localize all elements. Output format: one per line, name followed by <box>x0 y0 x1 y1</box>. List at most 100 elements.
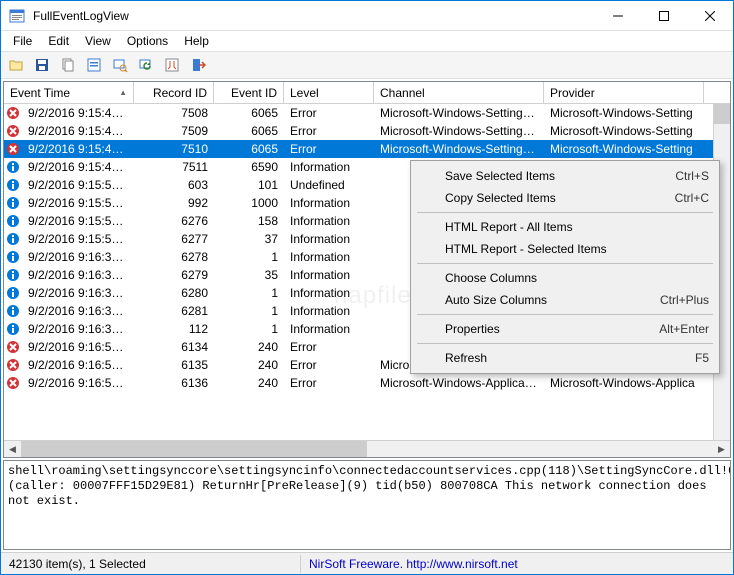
context-item[interactable]: Auto Size ColumnsCtrl+Plus <box>413 289 717 311</box>
cell-provider: Microsoft-Windows-Setting <box>544 124 704 138</box>
cell-level: Error <box>284 340 374 354</box>
cell-record-id: 6278 <box>134 250 214 264</box>
cell-event-time: 9/2/2016 9:15:49... <box>22 106 134 120</box>
column-record-id[interactable]: Record ID <box>134 82 214 103</box>
column-provider[interactable]: Provider <box>544 82 704 103</box>
context-item[interactable]: HTML Report - All Items <box>413 216 717 238</box>
cell-event-id: 1 <box>214 322 284 336</box>
status-link[interactable]: NirSoft Freeware. http://www.nirsoft.net <box>301 555 526 573</box>
cell-record-id: 7510 <box>134 142 214 156</box>
cell-record-id: 7509 <box>134 124 214 138</box>
cell-event-time: 9/2/2016 9:16:52... <box>22 340 134 354</box>
cell-level: Error <box>284 124 374 138</box>
cell-event-id: 240 <box>214 376 284 390</box>
toolbar-copy[interactable] <box>57 54 79 76</box>
toolbar-open[interactable] <box>5 54 27 76</box>
cell-level: Information <box>284 232 374 246</box>
table-row[interactable]: 9/2/2016 9:15:49...75096065ErrorMicrosof… <box>4 122 730 140</box>
scroll-left-button[interactable]: ◀ <box>4 441 21 458</box>
cell-level: Information <box>284 304 374 318</box>
close-button[interactable] <box>687 1 733 31</box>
cell-event-id: 1 <box>214 250 284 264</box>
scrollbar-thumb[interactable] <box>714 104 730 124</box>
column-event-time[interactable]: Event Time▲ <box>4 82 134 103</box>
context-item[interactable]: Choose Columns <box>413 267 717 289</box>
copy-icon <box>60 57 76 73</box>
cell-event-time: 9/2/2016 9:16:31... <box>22 286 134 300</box>
context-separator <box>417 263 713 264</box>
menu-view[interactable]: View <box>77 32 119 50</box>
context-shortcut: Alt+Enter <box>659 322 709 336</box>
cell-level: Error <box>284 358 374 372</box>
context-item[interactable]: PropertiesAlt+Enter <box>413 318 717 340</box>
context-item[interactable]: HTML Report - Selected Items <box>413 238 717 260</box>
context-item[interactable]: Copy Selected ItemsCtrl+C <box>413 187 717 209</box>
table-row[interactable]: 9/2/2016 9:16:52...6136240ErrorMicrosoft… <box>4 374 730 392</box>
cell-event-time: 9/2/2016 9:15:49... <box>22 124 134 138</box>
folder-open-icon <box>8 57 24 73</box>
menu-edit[interactable]: Edit <box>40 32 77 50</box>
cell-level: Information <box>284 322 374 336</box>
table-row[interactable]: 9/2/2016 9:15:49...75086065ErrorMicrosof… <box>4 104 730 122</box>
menu-help[interactable]: Help <box>176 32 217 50</box>
error-icon <box>6 358 20 372</box>
cell-record-id: 6280 <box>134 286 214 300</box>
cell-event-time: 9/2/2016 9:16:31... <box>22 304 134 318</box>
options-icon <box>164 57 180 73</box>
column-channel[interactable]: Channel <box>374 82 544 103</box>
cell-event-time: 9/2/2016 9:15:58... <box>22 232 134 246</box>
cell-level: Information <box>284 196 374 210</box>
cell-event-id: 37 <box>214 232 284 246</box>
menu-file[interactable]: File <box>5 32 40 50</box>
cell-event-id: 6065 <box>214 142 284 156</box>
cell-event-time: 9/2/2016 9:16:52... <box>22 376 134 390</box>
toolbar-properties[interactable] <box>83 54 105 76</box>
detail-pane[interactable]: shell\roaming\settingsynccore\settingsyn… <box>3 460 731 550</box>
context-label: Auto Size Columns <box>445 293 660 307</box>
properties-icon <box>86 57 102 73</box>
cell-record-id: 603 <box>134 178 214 192</box>
cell-event-id: 6065 <box>214 124 284 138</box>
toolbar-exit[interactable] <box>187 54 209 76</box>
toolbar-refresh[interactable] <box>135 54 157 76</box>
cell-event-time: 9/2/2016 9:15:49... <box>22 160 134 174</box>
scroll-right-button[interactable]: ▶ <box>713 441 730 458</box>
cell-level: Undefined <box>284 178 374 192</box>
column-label: Event ID <box>231 86 277 100</box>
context-shortcut: Ctrl+C <box>675 191 709 205</box>
cell-provider: Microsoft-Windows-Applica <box>544 376 704 390</box>
menu-options[interactable]: Options <box>119 32 176 50</box>
cell-event-id: 158 <box>214 214 284 228</box>
cell-channel: Microsoft-Windows-SettingSy... <box>374 124 544 138</box>
cell-channel: Microsoft-Windows-SettingSy... <box>374 142 544 156</box>
refresh-icon <box>138 57 154 73</box>
cell-record-id: 6279 <box>134 268 214 282</box>
cell-event-time: 9/2/2016 9:15:52... <box>22 196 134 210</box>
toolbar <box>1 51 733 79</box>
sort-ascending-icon: ▲ <box>119 88 127 97</box>
horizontal-scrollbar[interactable]: ◀ ▶ <box>4 440 730 457</box>
exit-icon <box>190 57 206 73</box>
scrollbar-thumb[interactable] <box>21 441 367 457</box>
minimize-icon <box>613 11 623 21</box>
context-shortcut: Ctrl+S <box>675 169 709 183</box>
context-item[interactable]: RefreshF5 <box>413 347 717 369</box>
titlebar: FullEventLogView <box>1 1 733 31</box>
minimize-button[interactable] <box>595 1 641 31</box>
cell-event-id: 35 <box>214 268 284 282</box>
column-event-id[interactable]: Event ID <box>214 82 284 103</box>
maximize-button[interactable] <box>641 1 687 31</box>
error-icon <box>6 142 20 156</box>
column-level[interactable]: Level <box>284 82 374 103</box>
scrollbar-track[interactable] <box>21 441 713 457</box>
table-row[interactable]: 9/2/2016 9:15:49...75106065ErrorMicrosof… <box>4 140 730 158</box>
toolbar-find[interactable] <box>109 54 131 76</box>
toolbar-save[interactable] <box>31 54 53 76</box>
context-label: HTML Report - All Items <box>445 220 709 234</box>
context-item[interactable]: Save Selected ItemsCtrl+S <box>413 165 717 187</box>
cell-level: Information <box>284 286 374 300</box>
toolbar-options[interactable] <box>161 54 183 76</box>
context-menu[interactable]: Save Selected ItemsCtrl+SCopy Selected I… <box>410 160 720 374</box>
cell-event-time: 9/2/2016 9:16:38... <box>22 322 134 336</box>
info-icon <box>6 286 20 300</box>
